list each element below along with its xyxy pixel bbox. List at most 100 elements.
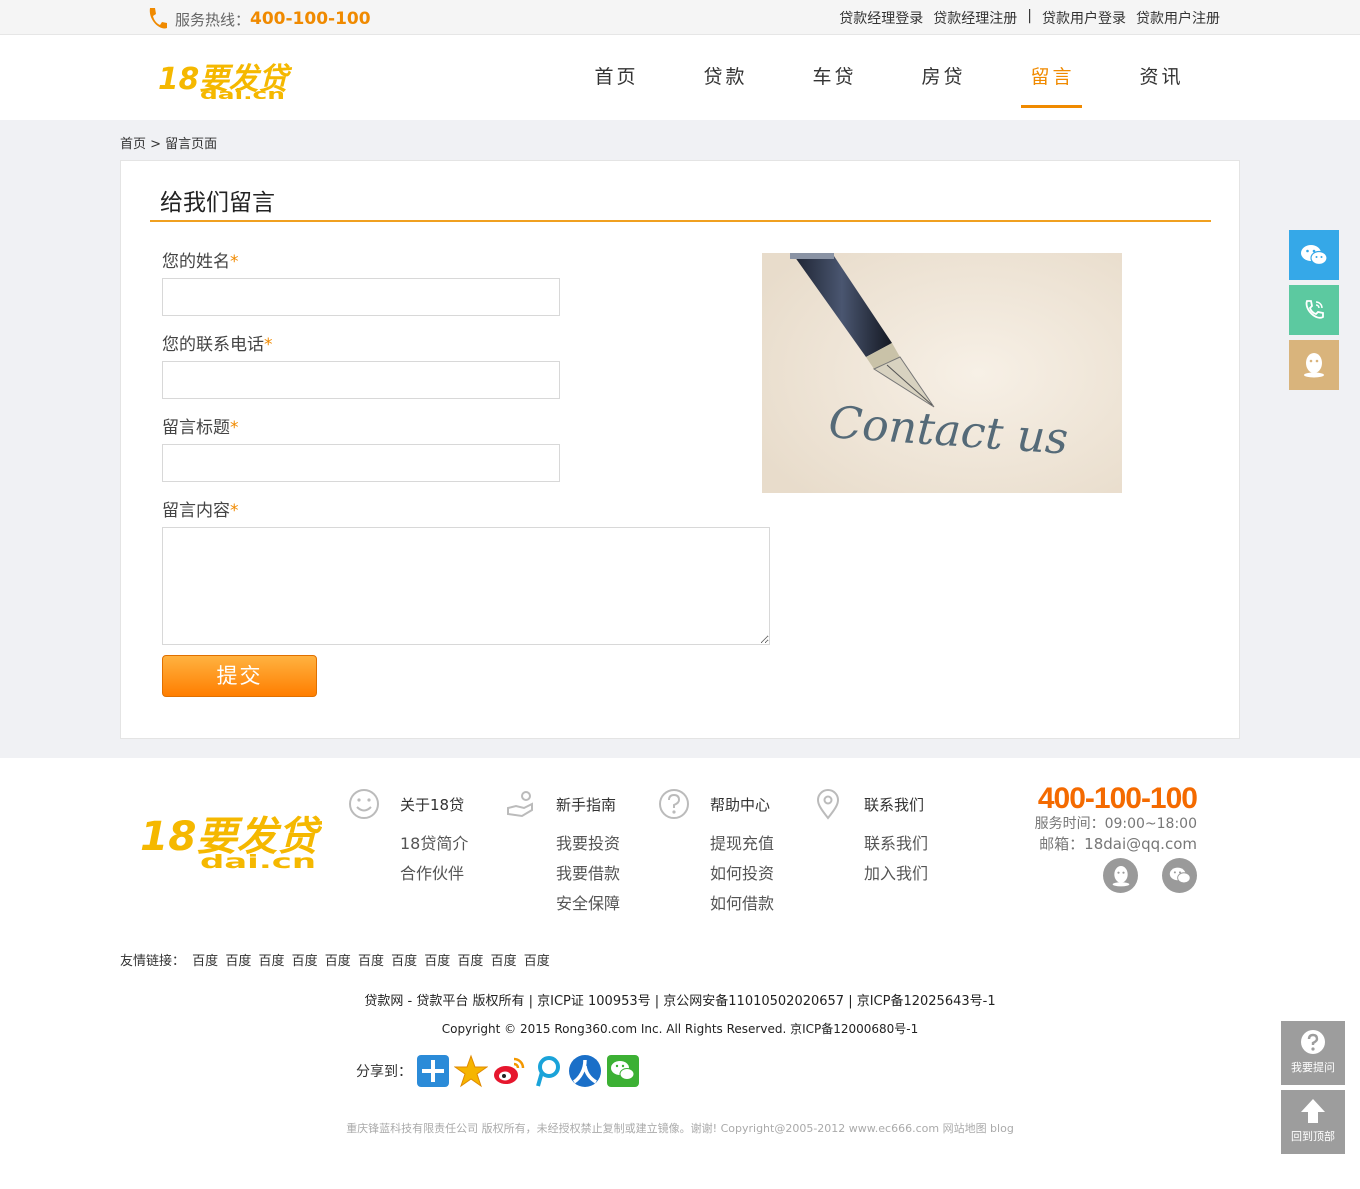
side-wechat-button[interactable] [1289, 230, 1339, 280]
renren-icon[interactable] [568, 1054, 602, 1088]
wechat-icon [1301, 245, 1328, 266]
phone-icon [149, 8, 167, 29]
breadcrumb: 首页 > 留言页面 [120, 137, 218, 152]
submit-button[interactable]: 提交 [162, 655, 317, 697]
footer-link[interactable]: 如何借款 [710, 890, 774, 914]
footer-phone: 400-100-100 [1037, 782, 1198, 815]
share-more-icon[interactable] [416, 1054, 450, 1088]
phone-input[interactable] [162, 361, 560, 399]
question-icon [1301, 1030, 1325, 1054]
title-divider [150, 220, 1211, 222]
footer-link[interactable]: 我要投资 [556, 830, 620, 854]
footer-logo[interactable]: 18要发贷 dai.cn [140, 808, 322, 870]
friendly-link[interactable]: 百度 [491, 954, 517, 969]
subject-label-text: 留言标题 [162, 418, 230, 438]
name-input[interactable] [162, 278, 560, 316]
footer-col-heading: 新手指南 [556, 796, 617, 814]
user-register-link[interactable]: 贷款用户注册 [1136, 8, 1220, 28]
footer-link[interactable]: 加入我们 [864, 860, 928, 884]
company-copyright: 重庆锋蓝科技有限责任公司 版权所有，未经授权禁止复制或建立镜像。谢谢! Copy… [346, 1122, 1014, 1135]
top-bar: 服务热线： 400-100-100 贷款经理登录 贷款经理注册 | 贷款用户登录… [0, 0, 1360, 35]
back-to-top-label: 回到顶部 [1291, 1130, 1335, 1143]
smile-icon [349, 789, 379, 819]
phone-call-icon [1305, 300, 1324, 319]
hotline: 服务热线： 400-100-100 [145, 6, 371, 32]
main-nav: 首页 贷款 车贷 房贷 留言 资讯 [562, 35, 1216, 108]
copyright-line-1: 贷款网 - 贷款平台 版权所有 | 京ICP证 100953号 | 京公网安备1… [364, 994, 996, 1009]
content-label: 留言内容* [162, 496, 239, 521]
nav-message[interactable]: 留言 [998, 35, 1107, 108]
logo-bottom-text: dai.cn [200, 87, 285, 101]
hotline-label: 服务热线： [175, 10, 251, 29]
friendly-link[interactable]: 百度 [457, 954, 483, 969]
footer-email: 邮箱：18dai@qq.com [1039, 835, 1197, 853]
ask-question-label: 我要提问 [1291, 1061, 1335, 1074]
friendly-link[interactable]: 百度 [325, 954, 351, 969]
footer-link[interactable]: 安全保障 [556, 890, 620, 914]
footer-link[interactable]: 提现充值 [710, 830, 774, 854]
footer-hours: 服务时间：09:00~18:00 [1034, 816, 1197, 832]
share-label: 分享到： [356, 1064, 412, 1080]
qq-icon [1304, 353, 1324, 378]
footer-col-heading: 帮助中心 [710, 796, 771, 814]
site-logo[interactable]: 18要发贷 dai.cn [158, 57, 293, 101]
manager-register-link[interactable]: 贷款经理注册 [933, 8, 1017, 28]
nav-house-loan[interactable]: 房贷 [889, 35, 998, 107]
location-pin-icon [816, 789, 840, 820]
top-links-separator: | [1027, 8, 1032, 24]
header: 18要发贷 dai.cn 首页 贷款 车贷 房贷 留言 资讯 [0, 35, 1360, 120]
side-qq-button[interactable] [1289, 340, 1339, 390]
required-mark: * [264, 335, 273, 355]
footer-col-heading: 联系我们 [864, 796, 925, 814]
name-label: 您的姓名* [162, 247, 239, 272]
footer-col-heading: 关于18贷 [400, 796, 465, 814]
qzone-star-icon[interactable] [454, 1054, 488, 1088]
friendly-link[interactable]: 百度 [225, 954, 251, 969]
subject-input[interactable] [162, 444, 560, 482]
content-textarea[interactable] [162, 527, 770, 645]
footer-link[interactable]: 联系我们 [864, 830, 928, 854]
ask-question-button[interactable]: 我要提问 [1281, 1021, 1345, 1085]
wechat-icon [1169, 867, 1191, 884]
friendly-link[interactable]: 百度 [358, 954, 384, 969]
wechat-share-icon[interactable] [606, 1054, 640, 1088]
footer-link[interactable]: 18贷简介 [400, 830, 468, 854]
friendly-link[interactable]: 百度 [292, 954, 318, 969]
content-label-text: 留言内容 [162, 501, 230, 521]
friendly-links: 友情链接： 百度 百度 百度 百度 百度 百度 百度 百度 百度 百度 百度 [120, 950, 550, 969]
qq-icon [1112, 865, 1129, 886]
side-phone-button[interactable] [1289, 285, 1339, 335]
arrow-up-icon [1301, 1099, 1325, 1123]
hand-coin-icon [507, 791, 533, 818]
nav-home[interactable]: 首页 [562, 35, 671, 107]
weibo-icon[interactable] [492, 1054, 526, 1088]
friendly-link[interactable]: 百度 [192, 954, 218, 969]
manager-login-link[interactable]: 贷款经理登录 [839, 8, 923, 28]
hotline-number: 400-100-100 [250, 9, 371, 29]
footer-link[interactable]: 如何投资 [710, 860, 774, 884]
footer-link[interactable]: 我要借款 [556, 860, 620, 884]
friendly-link[interactable]: 百度 [391, 954, 417, 969]
friendly-link[interactable]: 百度 [424, 954, 450, 969]
page-title: 给我们留言 [160, 190, 275, 216]
nav-car-loan[interactable]: 车贷 [780, 35, 889, 107]
nav-news[interactable]: 资讯 [1107, 35, 1216, 107]
user-login-link[interactable]: 贷款用户登录 [1042, 8, 1126, 28]
top-links: 贷款经理登录 贷款经理注册 | 贷款用户登录 贷款用户注册 [829, 8, 1220, 28]
footer-link[interactable]: 合作伙伴 [400, 860, 464, 884]
name-label-text: 您的姓名 [162, 252, 230, 272]
message-card: 给我们留言 您的姓名* 您的联系电话* 留言标题* 留言内容* 提交 Conta… [120, 160, 1240, 739]
tencent-weibo-icon[interactable] [530, 1054, 564, 1088]
footer-wechat-button[interactable] [1162, 858, 1197, 893]
subject-label: 留言标题* [162, 413, 239, 438]
back-to-top-button[interactable]: 回到顶部 [1281, 1090, 1345, 1154]
friendly-link[interactable]: 百度 [524, 954, 550, 969]
nav-loan[interactable]: 贷款 [671, 35, 780, 107]
friendly-links-label: 友情链接： [120, 954, 186, 969]
question-icon [659, 789, 689, 819]
copyright-line-2: Copyright © 2015 Rong360.com Inc. All Ri… [441, 1022, 919, 1036]
required-mark: * [230, 252, 239, 272]
footer-qq-button[interactable] [1103, 858, 1138, 893]
phone-label: 您的联系电话* [162, 330, 273, 355]
friendly-link[interactable]: 百度 [258, 954, 284, 969]
